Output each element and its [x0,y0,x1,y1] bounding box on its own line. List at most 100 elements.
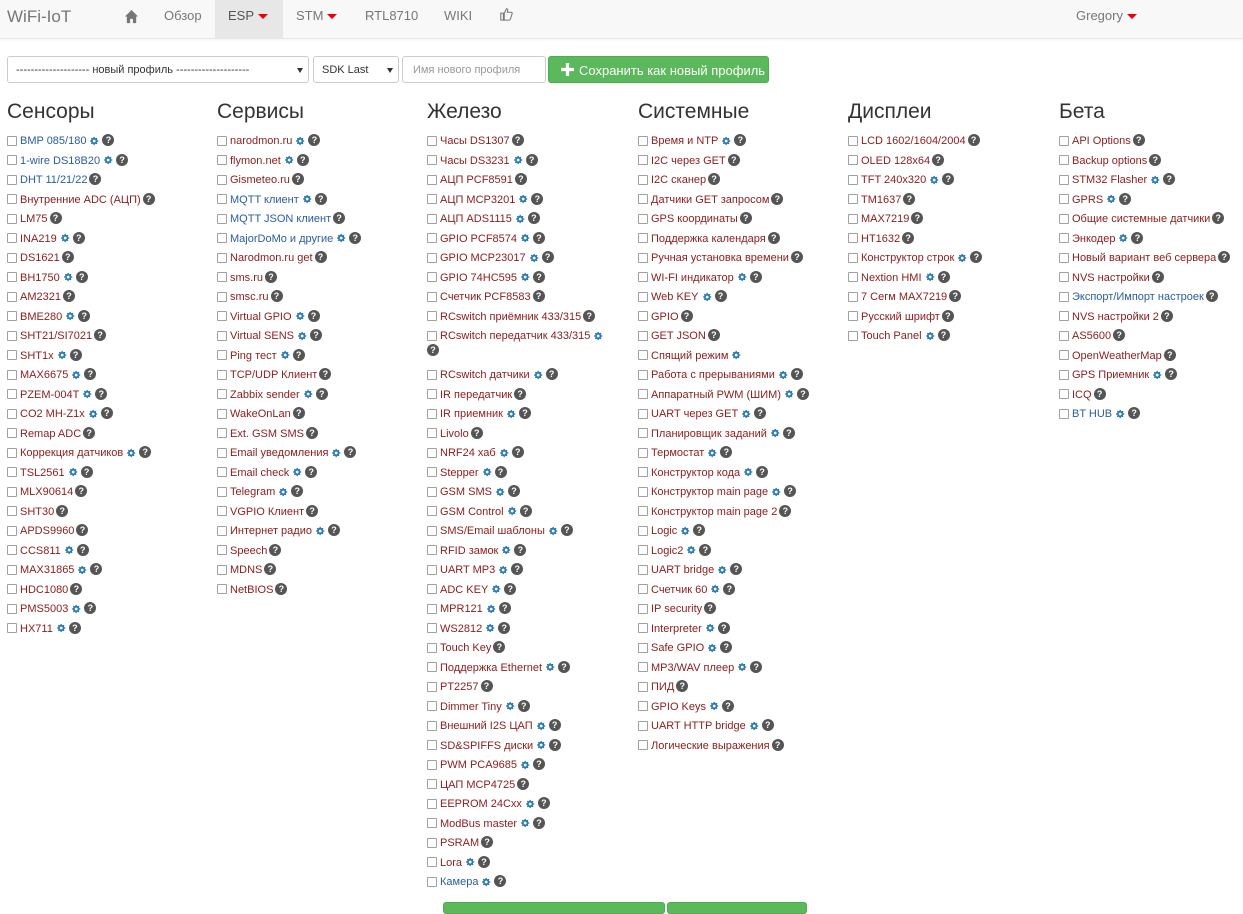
help-icon[interactable]: ? [680,309,693,322]
module-link[interactable]: SHT21/SI7021 [20,330,92,342]
module-checkbox[interactable] [638,389,648,399]
module-checkbox[interactable] [7,525,17,536]
module-link[interactable]: narodmon.ru [230,135,292,147]
module-link[interactable]: SMS/Email шаблоны [440,525,545,537]
module-link[interactable]: Аппаратный PWM (ШИМ) [651,389,781,401]
module-checkbox[interactable] [217,369,227,380]
help-icon[interactable]: ? [94,329,107,341]
module-checkbox[interactable] [427,194,437,204]
module-checkbox[interactable] [848,233,858,243]
gear-icon[interactable] [716,564,728,576]
module-link[interactable]: GPS Приемник [1072,369,1149,381]
gear-icon[interactable] [87,408,99,420]
gear-icon[interactable] [706,447,718,459]
help-icon[interactable]: ? [558,660,571,673]
module-link[interactable]: Часы DS1307 [440,135,510,147]
gear-icon[interactable] [704,622,716,634]
module-checkbox[interactable] [7,564,17,575]
module-checkbox[interactable] [638,681,648,692]
module-checkbox[interactable] [638,233,648,243]
module-checkbox[interactable] [7,311,17,321]
module-checkbox[interactable] [638,428,648,438]
module-checkbox[interactable] [427,135,437,146]
gear-icon[interactable] [498,447,510,459]
module-link[interactable]: BT HUB [1072,408,1112,420]
module-link[interactable]: NVS настройки 2 [1072,311,1159,323]
module-checkbox[interactable] [217,389,227,399]
module-checkbox[interactable] [638,291,648,302]
nav-esp-dropdown[interactable]: ESP [215,0,283,38]
gear-icon[interactable] [544,661,556,673]
module-link[interactable]: Русский шрифт [861,311,940,323]
help-icon[interactable]: ? [333,212,346,224]
help-icon[interactable]: ? [264,563,277,575]
module-checkbox[interactable] [427,545,437,555]
module-checkbox[interactable] [638,662,648,672]
help-icon[interactable]: ? [723,582,736,595]
module-link[interactable]: ModBus master [440,818,517,830]
module-link[interactable]: WS2812 [440,623,482,635]
help-icon[interactable]: ? [902,231,915,244]
help-icon[interactable]: ? [734,134,747,146]
module-checkbox[interactable] [217,486,227,497]
gear-icon[interactable] [56,349,68,361]
help-icon[interactable]: ? [270,290,283,302]
module-link[interactable]: MAX31865 [20,564,74,576]
module-link[interactable]: NetBIOS [230,584,273,596]
help-icon[interactable]: ? [275,582,288,595]
module-link[interactable]: Virtual SENS [230,330,294,342]
module-checkbox[interactable] [427,389,437,399]
module-link[interactable]: Логические выражения [651,740,770,752]
module-checkbox[interactable] [7,623,17,633]
module-link[interactable]: CCS811 [20,545,61,557]
module-checkbox[interactable] [638,155,648,165]
nav-stm-dropdown[interactable]: STM [284,0,348,38]
module-link[interactable]: Камера [440,876,478,888]
help-icon[interactable]: ? [507,485,520,497]
gear-icon[interactable] [535,739,547,751]
module-link[interactable]: Logic2 [651,545,683,557]
help-icon[interactable]: ? [481,836,494,848]
gear-icon[interactable] [277,486,289,498]
help-icon[interactable]: ? [717,621,730,634]
module-link[interactable]: GPIO Keys [651,701,706,713]
module-checkbox[interactable] [7,467,17,477]
help-icon[interactable]: ? [100,407,113,419]
help-icon[interactable]: ? [531,192,544,205]
module-checkbox[interactable] [427,564,437,575]
gear-icon[interactable] [480,876,492,888]
gear-icon[interactable] [517,193,529,205]
module-checkbox[interactable] [7,330,17,341]
module-link[interactable]: MAX6675 [20,369,68,381]
module-link[interactable]: ADC KEY [440,584,488,596]
help-icon[interactable]: ? [517,699,530,712]
module-checkbox[interactable] [638,740,648,750]
module-link[interactable]: GSM Control [440,506,504,518]
module-link[interactable]: INA219 [20,233,57,245]
module-checkbox[interactable] [638,330,648,341]
module-checkbox[interactable] [427,857,437,867]
module-link[interactable]: HDC1080 [20,584,68,596]
module-link[interactable]: RCswitch передатчик 433/315 [440,330,590,342]
gear-icon[interactable] [481,466,493,478]
help-icon[interactable]: ? [676,680,689,692]
module-checkbox[interactable] [7,155,17,165]
module-checkbox[interactable] [217,233,227,243]
gear-icon[interactable] [924,330,936,342]
gear-icon[interactable] [514,213,526,225]
module-link[interactable]: Narodmon.ru get [230,252,313,264]
module-link[interactable]: Ручная установка времени [651,252,789,264]
module-checkbox[interactable] [217,350,227,360]
gear-icon[interactable] [720,135,732,147]
help-icon[interactable]: ? [116,153,129,166]
module-link[interactable]: Livolo [440,428,469,440]
module-link[interactable]: PMS5003 [20,603,68,615]
module-link[interactable]: DHT 11/21/22 [20,174,87,186]
help-icon[interactable]: ? [296,153,309,166]
module-link[interactable]: GSM SMS [440,486,492,498]
module-link[interactable]: АЦП PCF8591 [440,174,513,186]
module-link[interactable]: Поддержка Ethernet [440,662,542,674]
help-icon[interactable]: ? [532,290,545,302]
module-link[interactable]: Speech [230,545,267,557]
help-icon[interactable]: ? [949,290,962,302]
